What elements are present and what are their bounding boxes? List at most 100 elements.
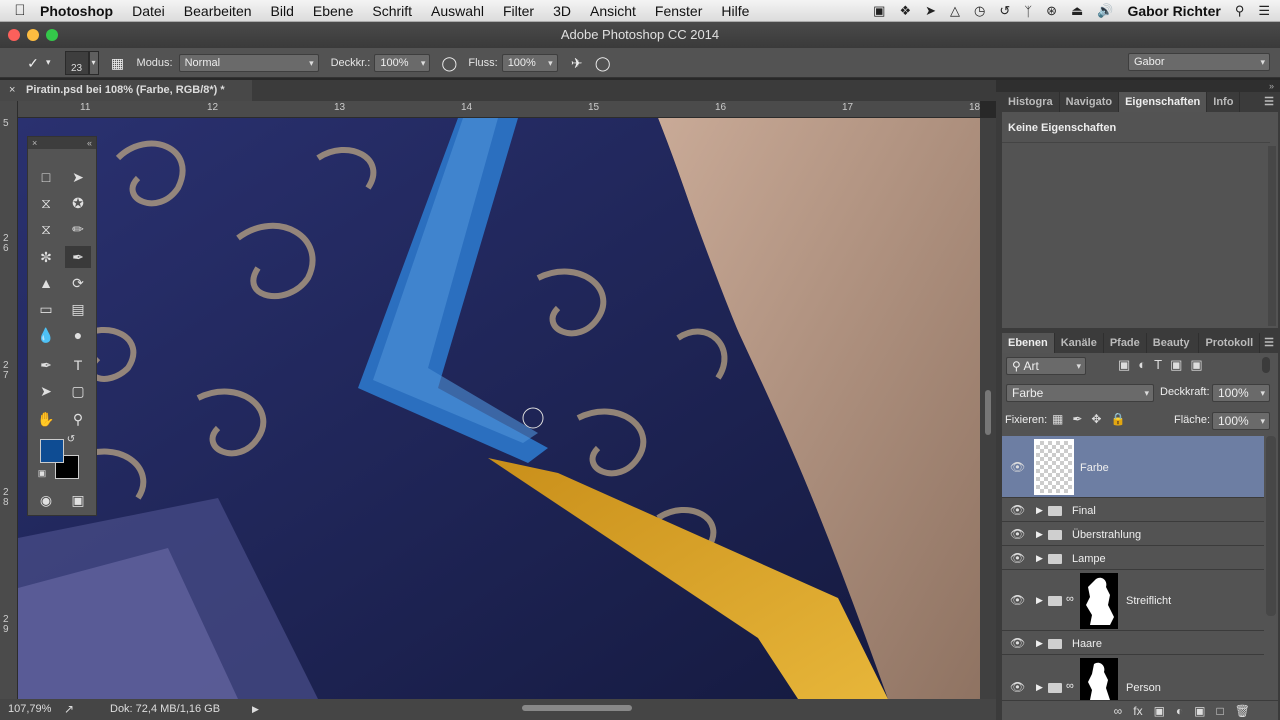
export-icon[interactable]: ↗ bbox=[64, 699, 74, 720]
default-colors-icon[interactable]: ▣ bbox=[36, 467, 48, 479]
close-window-button[interactable] bbox=[8, 29, 20, 41]
menu-bearbeiten[interactable]: Bearbeiten bbox=[184, 3, 252, 19]
new-layer-icon[interactable]: □ bbox=[1217, 704, 1224, 718]
volume-icon[interactable]: 🔊 bbox=[1097, 3, 1113, 19]
brush-size-picker[interactable]: 23 bbox=[64, 50, 89, 75]
tab-kanaele[interactable]: Kanäle bbox=[1055, 333, 1104, 353]
clone-stamp-tool-icon[interactable]: ▲ bbox=[33, 272, 59, 294]
layer-row-person[interactable]: 👁 ▶ ∞ Person bbox=[1002, 656, 1264, 700]
eye-icon[interactable]: 👁 bbox=[1010, 680, 1025, 694]
search-icon[interactable]: ⚲ bbox=[1235, 3, 1245, 19]
blur-tool-icon[interactable]: 💧 bbox=[33, 324, 59, 346]
menu-ebene[interactable]: Ebene bbox=[313, 3, 353, 19]
menu-ansicht[interactable]: Ansicht bbox=[590, 3, 636, 19]
layer-row-ueberstrahlung[interactable]: 👁 ▶ Überstrahlung bbox=[1002, 523, 1264, 546]
eye-icon[interactable]: 👁 bbox=[1010, 593, 1025, 607]
healing-brush-tool-icon[interactable]: ✼ bbox=[33, 246, 59, 268]
new-group-icon[interactable]: ▣ bbox=[1194, 704, 1205, 718]
eject-icon[interactable]: ⏏ bbox=[1071, 3, 1083, 19]
history-brush-tool-icon[interactable]: ⟳ bbox=[65, 272, 91, 294]
layer-mask-thumbnail[interactable] bbox=[1080, 573, 1118, 629]
horizontal-scroll-thumb[interactable] bbox=[522, 705, 632, 711]
path-selection-tool-icon[interactable]: ➤ bbox=[33, 380, 59, 402]
type-tool-icon[interactable]: T bbox=[65, 354, 91, 376]
blend-mode-select[interactable]: Farbe bbox=[1006, 384, 1154, 402]
tools-panel-header[interactable]: × « bbox=[28, 137, 96, 149]
user-name[interactable]: Gabor Richter bbox=[1127, 3, 1220, 19]
tab-pfade[interactable]: Pfade bbox=[1104, 333, 1147, 353]
document-tab[interactable]: × Piratin.psd bei 108% (Farbe, RGB/8*) * bbox=[0, 80, 252, 101]
quick-selection-tool-icon[interactable]: ✪ bbox=[65, 192, 91, 214]
layer-row-final[interactable]: 👁 ▶ Final bbox=[1002, 499, 1264, 522]
fill-input[interactable]: 100% bbox=[1212, 412, 1270, 430]
screen-mode-icon[interactable]: ▣ bbox=[65, 489, 91, 511]
eye-icon[interactable]: 👁 bbox=[1010, 636, 1025, 650]
hand-tool-icon[interactable]: ✋ bbox=[33, 408, 59, 430]
apple-icon[interactable]:  bbox=[0, 2, 40, 19]
marquee-tool-icon[interactable]: □ bbox=[33, 166, 59, 188]
tab-histogramm[interactable]: Histogra bbox=[1002, 92, 1060, 112]
zoom-tool-icon[interactable]: ⚲ bbox=[65, 408, 91, 430]
eyedropper-tool-icon[interactable]: ✏ bbox=[65, 218, 91, 240]
lock-all-icon[interactable]: 🔒 bbox=[1110, 412, 1125, 426]
modus-select[interactable]: Normal bbox=[178, 53, 319, 72]
eye-icon[interactable]: 👁 bbox=[1010, 460, 1025, 474]
status-menu-arrow-icon[interactable]: ▶ bbox=[252, 699, 259, 720]
list-icon[interactable]: ☰ bbox=[1258, 3, 1270, 19]
layer-row-lampe[interactable]: 👁 ▶ Lampe bbox=[1002, 547, 1264, 570]
gradient-tool-icon[interactable]: ▤ bbox=[65, 298, 91, 320]
eye-icon[interactable]: 👁 bbox=[1010, 551, 1025, 565]
eye-icon[interactable]: 👁 bbox=[1010, 503, 1025, 517]
tab-navigator[interactable]: Navigato bbox=[1060, 92, 1120, 112]
crop-tool-icon[interactable]: ⧖ bbox=[33, 218, 59, 240]
zoom-window-button[interactable] bbox=[46, 29, 58, 41]
brush-panel-icon[interactable]: ▦ bbox=[107, 53, 129, 73]
expand-triangle-icon[interactable]: ▶ bbox=[1036, 638, 1043, 649]
layer-row-haare[interactable]: 👁 ▶ Haare bbox=[1002, 632, 1264, 655]
mask-link-icon[interactable]: ∞ bbox=[1066, 680, 1074, 692]
ruler-horizontal[interactable]: 11 12 13 14 15 16 17 18 bbox=[18, 101, 980, 118]
filter-pixel-icon[interactable]: ▣ bbox=[1118, 357, 1130, 373]
zoom-level[interactable]: 107,79% bbox=[8, 699, 51, 720]
layer-row-farbe[interactable]: 👁 Farbe bbox=[1002, 436, 1264, 498]
workspace-select[interactable]: Gabor bbox=[1128, 53, 1270, 71]
brush-tool-preset-icon[interactable]: ✓ bbox=[22, 53, 44, 73]
layer-style-icon[interactable]: fx bbox=[1133, 704, 1142, 718]
rectangle-tool-icon[interactable]: ▢ bbox=[65, 380, 91, 402]
fluss-input[interactable]: 100% bbox=[501, 53, 558, 72]
deckkraft-input[interactable]: 100% bbox=[374, 53, 431, 72]
clock-icon[interactable]: ◷ bbox=[974, 3, 985, 19]
layer-row-streiflicht[interactable]: 👁 ▶ ∞ Streiflicht bbox=[1002, 571, 1264, 631]
eraser-tool-icon[interactable]: ▭ bbox=[33, 298, 59, 320]
dock-collapse-bar[interactable]: » bbox=[996, 80, 1280, 92]
properties-scrollbar[interactable] bbox=[1268, 146, 1276, 326]
tab-ebenen[interactable]: Ebenen bbox=[1002, 333, 1055, 353]
filter-smart-object-icon[interactable]: ▣ bbox=[1190, 357, 1202, 373]
menu-app-name[interactable]: Photoshop bbox=[40, 3, 113, 19]
pressure-size-icon[interactable]: ◯ bbox=[592, 53, 614, 73]
expand-triangle-icon[interactable]: ▶ bbox=[1036, 595, 1043, 606]
lock-transparency-icon[interactable]: ▦ bbox=[1052, 412, 1063, 426]
menu-auswahl[interactable]: Auswahl bbox=[431, 3, 484, 19]
expand-triangle-icon[interactable]: ▶ bbox=[1036, 529, 1043, 540]
layer-filter-select[interactable]: ⚲ Art bbox=[1006, 357, 1086, 375]
move-tool-icon[interactable]: ➤ bbox=[65, 166, 91, 188]
menu-hilfe[interactable]: Hilfe bbox=[721, 3, 749, 19]
layer-mask-thumbnail[interactable] bbox=[1080, 658, 1118, 700]
tab-eigenschaften[interactable]: Eigenschaften bbox=[1119, 92, 1208, 112]
eye-icon[interactable]: 👁 bbox=[1010, 527, 1025, 541]
vertical-scroll-thumb[interactable] bbox=[985, 390, 991, 435]
quick-mask-icon[interactable]: ◉ bbox=[33, 489, 59, 511]
foreground-color-swatch[interactable] bbox=[40, 439, 64, 463]
minimize-window-button[interactable] bbox=[27, 29, 39, 41]
lock-position-icon[interactable]: ✥ bbox=[1091, 412, 1101, 426]
close-tab-icon[interactable]: × bbox=[9, 80, 15, 101]
brush-tool-icon[interactable]: ✒ bbox=[65, 246, 91, 268]
add-mask-icon[interactable]: ▣ bbox=[1154, 704, 1165, 718]
airplay-icon[interactable]: △ bbox=[950, 3, 960, 19]
tab-protokoll[interactable]: Protokoll bbox=[1199, 333, 1261, 353]
filter-toggle[interactable] bbox=[1262, 357, 1270, 373]
filter-type-icon[interactable]: T bbox=[1154, 357, 1162, 373]
mask-link-icon[interactable]: ∞ bbox=[1066, 593, 1074, 605]
wifi-icon[interactable]: ⊛ bbox=[1046, 3, 1057, 19]
